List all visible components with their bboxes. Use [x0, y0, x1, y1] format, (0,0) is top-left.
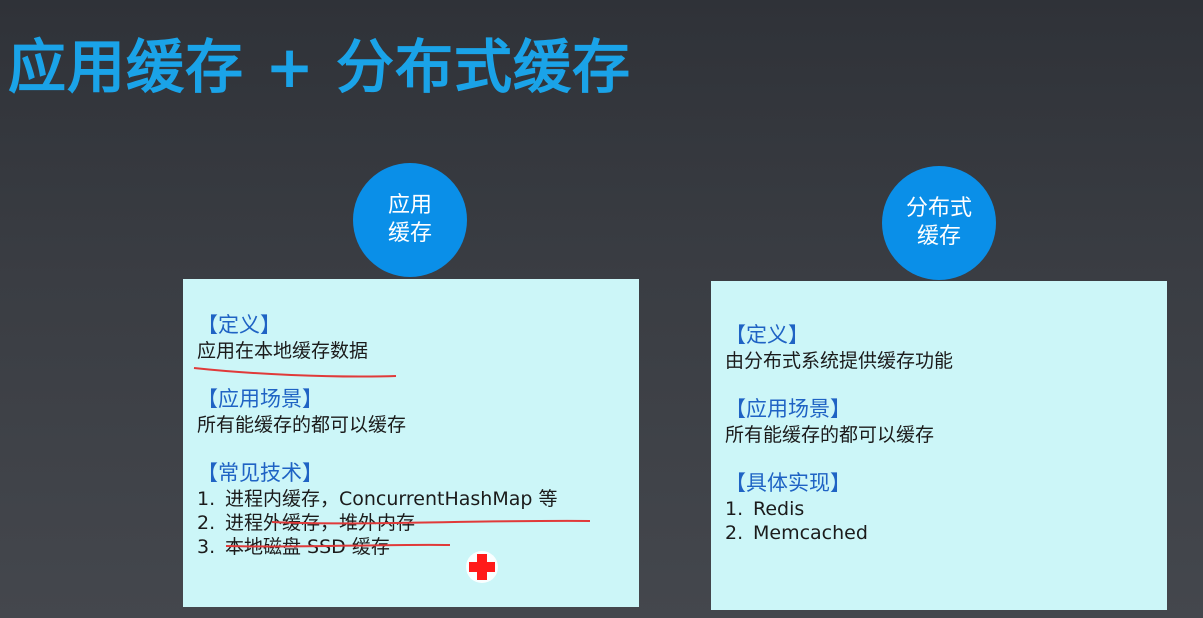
list-text: 进程外缓存，堆外内存 — [225, 512, 416, 534]
definition-text: 应用在本地缓存数据 — [197, 340, 369, 362]
distributed-cache-circle: 分布式 缓存 — [882, 166, 996, 280]
list-text: 本地磁盘 SSD 缓存 — [225, 536, 390, 558]
tech-list-item: 1. 进程内缓存，ConcurrentHashMap 等 — [197, 487, 639, 511]
tech-list-item: 3. 本地磁盘 SSD 缓存 — [197, 535, 639, 559]
scenario-heading: 【应用场景】 — [725, 397, 851, 421]
scenario-heading: 【应用场景】 — [197, 387, 323, 411]
tech-heading: 【常见技术】 — [197, 461, 323, 485]
list-number: 3. — [197, 536, 216, 558]
slide-title: 应用缓存 + 分布式缓存 — [8, 33, 631, 101]
distributed-cache-card: 【定义】 由分布式系统提供缓存功能 【应用场景】 所有能缓存的都可以缓存 【具体… — [711, 281, 1167, 610]
impl-heading: 【具体实现】 — [725, 471, 851, 495]
impl-list-item: 2. Memcached — [725, 521, 1167, 545]
definition-heading: 【定义】 — [197, 313, 281, 337]
list-text: Memcached — [753, 522, 868, 544]
list-text: Redis — [753, 498, 805, 520]
app-cache-circle: 应用 缓存 — [353, 163, 467, 277]
list-number: 1. — [197, 488, 216, 510]
list-number: 2. — [197, 512, 216, 534]
list-number: 1. — [725, 498, 744, 520]
tech-list-item: 2. 进程外缓存，堆外内存 — [197, 511, 639, 535]
app-cache-card: 【定义】 应用在本地缓存数据 【应用场景】 所有能缓存的都可以缓存 【常见技术】… — [183, 279, 639, 607]
list-number: 2. — [725, 522, 744, 544]
definition-heading: 【定义】 — [725, 323, 809, 347]
scenario-text: 所有能缓存的都可以缓存 — [725, 424, 935, 446]
list-text: 进程内缓存，ConcurrentHashMap 等 — [225, 488, 558, 510]
impl-list-item: 1. Redis — [725, 497, 1167, 521]
definition-text: 由分布式系统提供缓存功能 — [725, 350, 954, 372]
scenario-text: 所有能缓存的都可以缓存 — [197, 414, 407, 436]
